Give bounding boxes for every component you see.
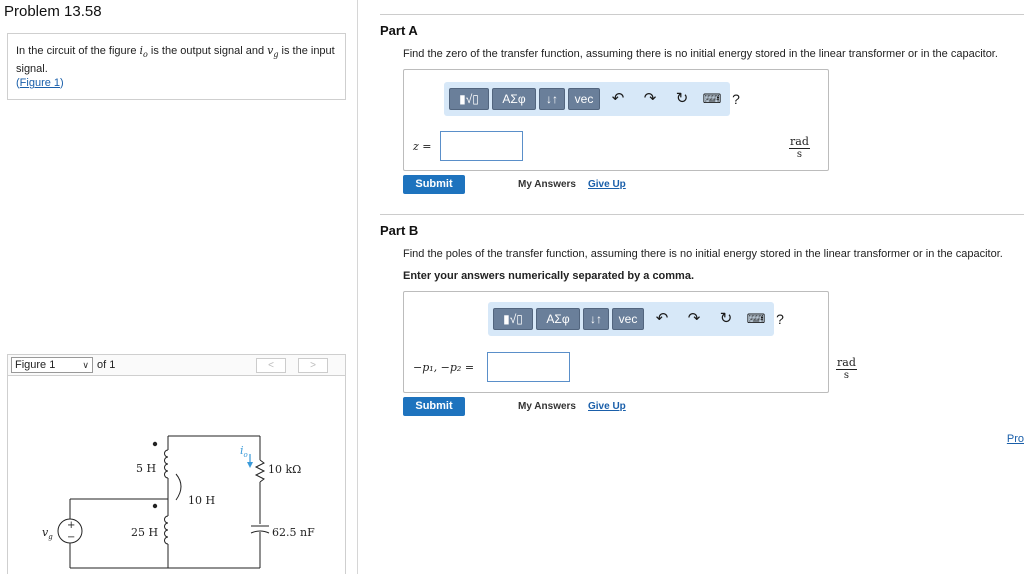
templates-button[interactable]: ▮√▯ xyxy=(493,308,533,330)
provide-feedback-link[interactable]: Pro xyxy=(1007,433,1024,445)
part-a-variable-label: z = xyxy=(413,140,432,153)
part-b-give-up-link[interactable]: Give Up xyxy=(588,401,626,412)
dot-marker xyxy=(152,503,158,509)
part-a-math-toolbar: ▮√▯ ΑΣφ ↓↑ vec ↶ ↷ ↻ ⌨ ? xyxy=(444,82,740,116)
divider xyxy=(380,14,1024,15)
part-a-give-up-link[interactable]: Give Up xyxy=(588,179,626,190)
figure-area: 5 H 25 H 10 H 10 kΩ 62.5 nF io vg + − xyxy=(7,376,346,574)
figure-link[interactable]: Figure 1 xyxy=(20,77,60,89)
figure-navigation: Figure 1 ∨ of 1 < > xyxy=(7,354,346,376)
part-b-submit-button[interactable]: Submit xyxy=(403,397,465,416)
redo-icon[interactable]: ↷ xyxy=(640,89,660,109)
problem-text-1: In the circuit of the figure xyxy=(16,45,140,57)
part-b-instruction: Enter your answers numerically separated… xyxy=(403,270,695,282)
problem-statement: In the circuit of the figure io is the o… xyxy=(7,33,346,100)
circuit-diagram: 5 H 25 H 10 H 10 kΩ 62.5 nF io vg + − xyxy=(42,435,315,569)
symbols-button[interactable]: ΑΣφ xyxy=(492,88,536,110)
redo-icon[interactable]: ↷ xyxy=(684,309,704,329)
part-b-answer-input[interactable] xyxy=(487,352,570,382)
keyboard-icon[interactable]: ⌨ xyxy=(702,89,722,109)
keyboard-icon[interactable]: ⌨ xyxy=(746,309,766,329)
part-b-my-answers-link[interactable]: My Answers xyxy=(518,401,576,412)
part-b-prompt: Find the poles of the transfer function,… xyxy=(403,248,1003,260)
part-b-answer-box: ▮√▯ ΑΣφ ↓↑ vec ↶ ↷ ↻ ⌨ ? −p₁, −p₂ = rad s xyxy=(403,291,857,393)
capacitor-label: 62.5 nF xyxy=(272,526,315,539)
problem-title: Problem 13.58 xyxy=(4,3,102,20)
problem-text-2: is the output signal and xyxy=(147,45,268,57)
part-a-title: Part A xyxy=(380,23,418,38)
part-a-my-answers-link[interactable]: My Answers xyxy=(518,179,576,190)
minus-sign: − xyxy=(67,532,75,543)
right-panel: Part A Find the zero of the transfer fun… xyxy=(358,0,1024,574)
part-a-answer-input[interactable] xyxy=(440,131,523,161)
plus-sign: + xyxy=(67,520,75,531)
vg-symbol: vg xyxy=(267,44,279,60)
next-figure-button[interactable]: > xyxy=(298,358,328,373)
divider xyxy=(380,214,1024,215)
vector-button[interactable]: vec xyxy=(612,308,644,330)
part-a-unit: rad s xyxy=(789,135,810,160)
reset-icon[interactable]: ↻ xyxy=(672,89,692,109)
current-arrow-icon xyxy=(247,462,253,468)
l2-label: 25 H xyxy=(131,526,158,539)
figure-count: of 1 xyxy=(97,359,116,371)
io-symbol: io xyxy=(139,44,148,60)
part-a-submit-button[interactable]: Submit xyxy=(403,175,465,194)
part-a-answer-box: ▮√▯ ΑΣφ ↓↑ vec ↶ ↷ ↻ ⌨ ? z = rad s xyxy=(403,69,829,171)
l1-label: 5 H xyxy=(136,462,156,475)
mutual-label: 10 H xyxy=(188,494,215,507)
figure-select[interactable]: Figure 1 ∨ xyxy=(11,357,93,373)
vg-label: vg xyxy=(42,526,53,541)
templates-button[interactable]: ▮√▯ xyxy=(449,88,489,110)
undo-icon[interactable]: ↶ xyxy=(652,309,672,329)
left-panel: Problem 13.58 In the circuit of the figu… xyxy=(0,0,358,574)
chevron-down-icon: ∨ xyxy=(82,360,89,370)
reset-icon[interactable]: ↻ xyxy=(716,309,736,329)
part-b-math-toolbar: ▮√▯ ΑΣφ ↓↑ vec ↶ ↷ ↻ ⌨ ? xyxy=(488,302,784,336)
part-b-unit: rad s xyxy=(836,356,857,381)
dot-marker xyxy=(152,441,158,447)
help-icon[interactable]: ? xyxy=(770,309,790,329)
part-b-title: Part B xyxy=(380,223,419,238)
help-icon[interactable]: ? xyxy=(726,89,746,109)
undo-icon[interactable]: ↶ xyxy=(608,89,628,109)
resistor-label: 10 kΩ xyxy=(268,463,301,476)
symbols-button[interactable]: ΑΣφ xyxy=(536,308,580,330)
vector-button[interactable]: vec xyxy=(568,88,600,110)
io-label: io xyxy=(240,444,248,459)
prev-figure-button[interactable]: < xyxy=(256,358,286,373)
subscript-button[interactable]: ↓↑ xyxy=(539,88,565,110)
part-a-prompt: Find the zero of the transfer function, … xyxy=(403,48,998,60)
subscript-button[interactable]: ↓↑ xyxy=(583,308,609,330)
part-b-variable-label: −p₁, −p₂ = xyxy=(413,361,475,374)
